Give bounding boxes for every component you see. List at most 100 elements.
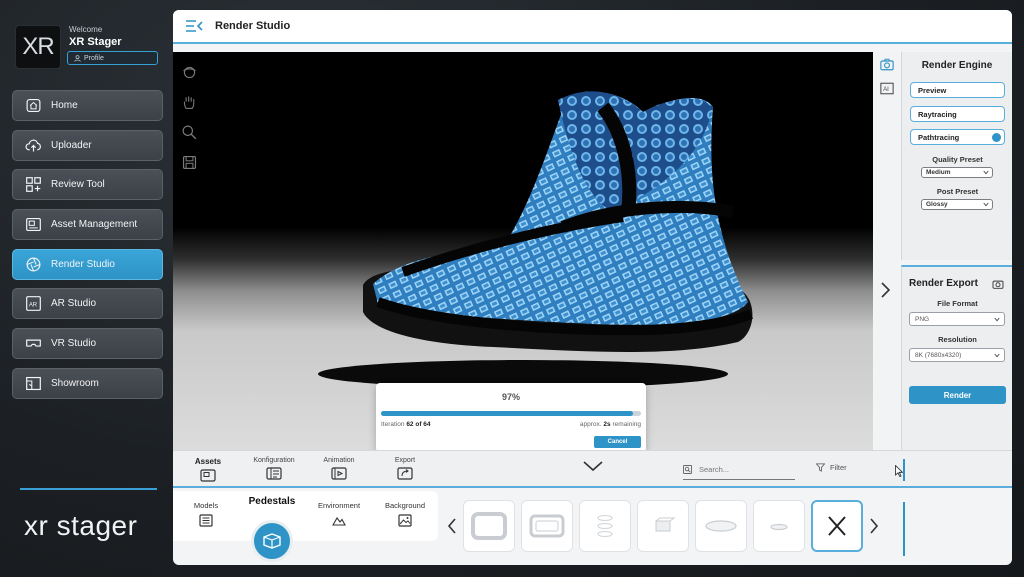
tab-label: Konfiguration <box>253 457 295 464</box>
category-models[interactable]: Models <box>176 501 236 527</box>
render-button[interactable]: Render <box>909 386 1006 404</box>
sidebar-item-label: Uploader <box>51 139 92 151</box>
profile-button[interactable]: Profile <box>67 51 158 65</box>
asset-icon <box>26 218 41 232</box>
showroom-icon <box>26 376 41 390</box>
zoom-icon[interactable] <box>181 124 198 141</box>
filter-label: Filter <box>830 463 847 472</box>
sidebar-item-label: Review Tool <box>51 179 105 191</box>
brand-wordmark: xr stager <box>24 510 138 541</box>
configuration-icon <box>266 467 282 480</box>
camera-export-icon[interactable] <box>992 279 1004 289</box>
sidebar-item-label: Render Studio <box>51 258 115 270</box>
user-icon <box>74 54 81 62</box>
chevron-down-icon <box>983 202 989 207</box>
chevron-down-icon <box>994 317 1000 322</box>
page-title: Render Studio <box>215 20 291 32</box>
profile-label: Profile <box>84 54 104 62</box>
pedestal-thumbnail[interactable] <box>521 500 573 552</box>
svg-text:AR: AR <box>29 303 38 309</box>
grid-plus-icon <box>26 177 41 193</box>
resolution-label: Resolution <box>938 335 977 344</box>
orbit-icon[interactable] <box>181 64 198 81</box>
sidebar-item-showroom[interactable]: Showroom <box>12 367 163 399</box>
pedestal-thumbnail[interactable] <box>463 500 515 552</box>
chevron-left-icon[interactable] <box>447 517 457 535</box>
sidebar-item-label: Asset Management <box>51 219 138 231</box>
progress-bar <box>381 411 641 416</box>
pathtracing-mode-button[interactable]: Pathtracing <box>910 129 1005 145</box>
divider <box>903 459 905 481</box>
ai-icon[interactable]: AI <box>880 82 894 95</box>
pedestal-thumbnail[interactable] <box>695 500 747 552</box>
search-field[interactable]: Search... <box>683 460 795 480</box>
tab-export[interactable]: Export <box>377 457 433 480</box>
search-placeholder: Search... <box>699 465 730 474</box>
remaining-text: approx. 2s remaining <box>579 421 641 428</box>
resolution-select[interactable]: 8K (7680x4320) <box>909 348 1005 362</box>
divider <box>903 502 905 556</box>
sidebar-item-asset-management[interactable]: Asset Management <box>12 209 163 241</box>
sidebar-item-label: Home <box>51 100 78 111</box>
export-icon <box>397 467 413 480</box>
preview-mode-button[interactable]: Preview <box>910 82 1005 98</box>
sidebar-item-render-studio[interactable]: Render Studio <box>12 248 163 280</box>
animation-icon <box>331 467 347 480</box>
quality-preset-label: Quality Preset <box>932 155 983 164</box>
post-preset-select[interactable]: Glossy <box>921 199 993 210</box>
hand-pan-icon[interactable] <box>181 94 198 111</box>
quality-preset-select[interactable]: Medium <box>921 167 993 178</box>
save-icon[interactable] <box>181 154 198 171</box>
selected-radio-indicator <box>992 133 1001 142</box>
assets-icon <box>200 469 216 482</box>
chevron-right-icon[interactable] <box>878 280 892 300</box>
close-icon <box>828 516 846 536</box>
pedestal-category-icon-bubble[interactable] <box>251 520 293 562</box>
category-background[interactable]: Background <box>375 501 435 527</box>
sidebar-item-uploader[interactable]: Uploader <box>12 129 163 161</box>
menu-collapse-icon[interactable] <box>185 19 203 33</box>
tab-konfiguration[interactable]: Konfiguration <box>246 457 302 480</box>
pedestal-thumbnail[interactable] <box>637 500 689 552</box>
raytracing-mode-button[interactable]: Raytracing <box>910 106 1005 122</box>
file-format-label: File Format <box>937 299 978 308</box>
pedestal-thumbnail[interactable] <box>753 500 805 552</box>
sidebar-item-label: Showroom <box>51 377 99 389</box>
chevron-down-icon[interactable] <box>582 459 604 473</box>
category-environment[interactable]: Environment <box>309 501 369 527</box>
filter-button[interactable]: Filter <box>816 463 847 472</box>
file-format-select[interactable]: PNG <box>909 312 1005 326</box>
sidebar-item-vr-studio[interactable]: VR Studio <box>12 328 163 360</box>
category-pedestals[interactable]: Pedestals <box>242 496 302 507</box>
mouse-cursor-icon <box>895 465 903 477</box>
cancel-button[interactable]: Cancel <box>594 436 641 448</box>
sidebar-item-ar-studio[interactable]: AR AR Studio <box>12 288 163 320</box>
sidebar-item-label: AR Studio <box>51 298 97 310</box>
render-engine-panel: Render Engine Preview Raytracing Pathtra… <box>901 52 1012 260</box>
pedestal-thumbnail[interactable] <box>579 500 631 552</box>
chevron-down-icon <box>983 170 989 175</box>
aperture-icon <box>26 257 41 272</box>
background-image-icon <box>398 514 412 527</box>
pedestal-icon <box>263 533 281 549</box>
sidebar-item-review-tool[interactable]: Review Tool <box>12 169 163 201</box>
tab-assets[interactable]: Assets <box>180 457 236 482</box>
tab-label: Export <box>394 457 416 464</box>
header-bar: Render Studio <box>173 10 1012 44</box>
search-icon <box>683 465 692 474</box>
sidebar-item-home[interactable]: Home <box>12 90 163 121</box>
bottom-tab-bar: Assets Konfiguration Animation Export Se… <box>173 450 1012 488</box>
camera-icon[interactable] <box>880 58 894 71</box>
post-preset-label: Post Preset <box>936 187 979 196</box>
pedestal-thumbnail-tray <box>463 500 863 552</box>
iteration-text: Iteration 62 of 64 <box>381 421 431 428</box>
render-viewport[interactable]: 97% Iteration 62 of 64 approx. 2s remain… <box>173 52 873 450</box>
tab-animation[interactable]: Animation <box>311 457 367 480</box>
no-pedestal-thumbnail[interactable] <box>811 500 863 552</box>
pedestal-cube-icon <box>655 517 676 532</box>
models-icon <box>199 514 213 527</box>
render-progress-dialog: 97% Iteration 62 of 64 approx. 2s remain… <box>376 383 646 450</box>
chevron-right-icon[interactable] <box>869 517 879 535</box>
tab-label: Assets <box>194 457 222 466</box>
sidebar-item-label: VR Studio <box>51 338 97 350</box>
